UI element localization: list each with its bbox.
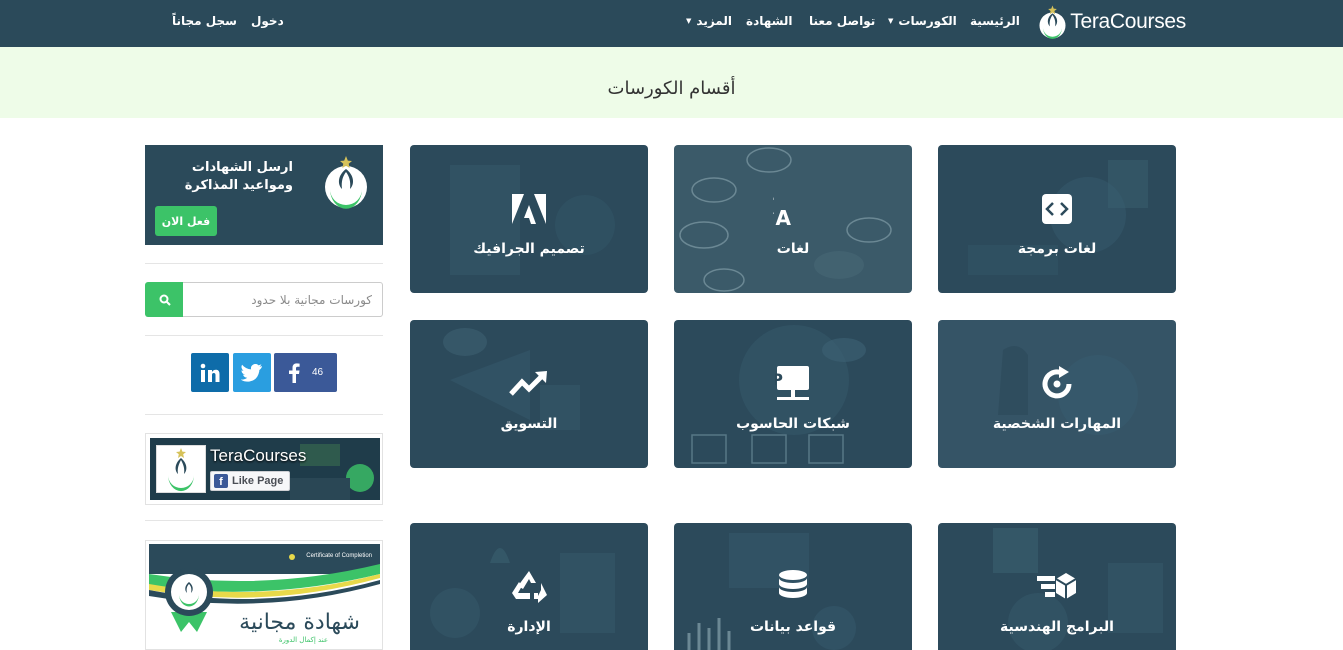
navbar: TeraCourses الرئيسية الكورسات ▼ تواصل معن… bbox=[0, 0, 1343, 47]
nav-home[interactable]: الرئيسية bbox=[970, 13, 1020, 29]
promo-logo-icon bbox=[325, 156, 367, 209]
divider bbox=[145, 335, 383, 336]
facebook-share-count: 46 bbox=[311, 367, 324, 378]
certificate-caption: Certificate of Completion bbox=[306, 553, 372, 559]
code-icon bbox=[938, 189, 1176, 229]
svg-text:IP: IP bbox=[775, 370, 783, 389]
facebook-page-logo bbox=[156, 445, 206, 493]
trending-up-icon bbox=[410, 364, 648, 404]
twitter-icon bbox=[241, 363, 262, 382]
translate-icon: 文A bbox=[674, 189, 912, 229]
category-label: المهارات الشخصية bbox=[992, 416, 1122, 432]
nav-contact[interactable]: تواصل معنا bbox=[809, 13, 875, 29]
promo-text: ارسل الشهادات ومواعيد المذاكرة bbox=[184, 160, 293, 193]
category-label: لغات برمجة bbox=[1017, 241, 1097, 257]
category-card-management[interactable]: الإدارة bbox=[410, 523, 648, 650]
recycle-icon bbox=[410, 567, 648, 607]
search-form bbox=[145, 282, 383, 317]
brand-link[interactable]: TeraCourses bbox=[1036, 0, 1186, 44]
search-icon bbox=[159, 294, 171, 306]
free-certificate-banner[interactable]: Certificate of Completion شهادة مجانية ع… bbox=[145, 540, 383, 650]
category-card-engineering[interactable]: البرامج الهندسية bbox=[938, 523, 1176, 650]
cubes-icon bbox=[938, 567, 1176, 607]
divider bbox=[145, 263, 383, 264]
caret-down-icon: ▼ bbox=[888, 17, 894, 25]
ip-network-icon: IP bbox=[674, 364, 912, 404]
category-label: التسويق bbox=[500, 416, 558, 432]
divider bbox=[145, 414, 383, 415]
nav-certificate[interactable]: الشهادة bbox=[746, 13, 793, 29]
refresh-icon bbox=[938, 364, 1176, 404]
caret-down-icon: ▼ bbox=[686, 17, 692, 25]
linkedin-icon bbox=[200, 363, 220, 382]
brand-name: TeraCourses bbox=[1070, 10, 1186, 33]
category-card-networks[interactable]: IP شبكات الحاسوب bbox=[674, 320, 912, 468]
certificate-image: Certificate of Completion شهادة مجانية ع… bbox=[149, 544, 380, 649]
search-input[interactable] bbox=[183, 282, 383, 317]
facebook-icon bbox=[288, 362, 300, 383]
certificate-subtitle: عند إكمال الدورة bbox=[278, 636, 328, 644]
category-label: تصميم الجرافيك bbox=[473, 241, 585, 257]
nav-courses-label: الكورسات bbox=[898, 14, 957, 28]
divider bbox=[145, 520, 383, 521]
category-label: شبكات الحاسوب bbox=[736, 416, 850, 432]
nav-login[interactable]: دخول bbox=[251, 13, 284, 29]
like-page-button[interactable]: f Like Page bbox=[210, 471, 291, 491]
nav-courses-dropdown[interactable]: الكورسات ▼ bbox=[888, 13, 957, 29]
adobe-icon bbox=[410, 189, 648, 229]
facebook-page-widget[interactable]: TeraCourses f Like Page bbox=[145, 433, 383, 505]
activate-now-button[interactable]: فعل الان bbox=[155, 206, 217, 236]
page-title: أقسام الكورسات bbox=[607, 78, 736, 99]
category-card-marketing[interactable]: التسويق bbox=[410, 320, 648, 468]
brand-logo-icon bbox=[1039, 5, 1066, 39]
facebook-cover: TeraCourses f Like Page bbox=[150, 438, 380, 500]
page-banner: أقسام الكورسات bbox=[0, 47, 1343, 118]
nav-more-label: المزيد bbox=[696, 14, 732, 28]
facebook-icon: f bbox=[214, 474, 228, 488]
facebook-page-name: TeraCourses bbox=[210, 446, 307, 465]
facebook-share-button[interactable]: 46 bbox=[274, 353, 337, 392]
category-label: قواعد بيانات bbox=[749, 619, 837, 635]
nav-register[interactable]: سجل مجاناً bbox=[172, 13, 237, 29]
category-card-databases[interactable]: قواعد بيانات bbox=[674, 523, 912, 650]
category-label: لغات bbox=[776, 241, 810, 257]
brand-logo-icon bbox=[164, 448, 198, 492]
twitter-share-button[interactable] bbox=[233, 353, 271, 392]
category-card-languages[interactable]: 文A لغات bbox=[674, 145, 912, 293]
category-card-programming[interactable]: لغات برمجة bbox=[938, 145, 1176, 293]
category-label: الإدارة bbox=[507, 619, 551, 635]
certificate-promo: ارسل الشهادات ومواعيد المذاكرة فعل الان bbox=[145, 145, 383, 245]
like-page-label: Like Page bbox=[232, 475, 284, 487]
search-button[interactable] bbox=[145, 282, 184, 317]
category-card-graphic-design[interactable]: تصميم الجرافيك bbox=[410, 145, 648, 293]
svg-text:A: A bbox=[776, 206, 792, 227]
nav-more-dropdown[interactable]: المزيد ▼ bbox=[686, 13, 732, 29]
certificate-title: شهادة مجانية bbox=[239, 610, 360, 635]
category-label: البرامج الهندسية bbox=[1000, 619, 1114, 635]
category-card-soft-skills[interactable]: المهارات الشخصية bbox=[938, 320, 1176, 468]
linkedin-share-button[interactable] bbox=[191, 353, 229, 392]
database-icon bbox=[674, 567, 912, 607]
